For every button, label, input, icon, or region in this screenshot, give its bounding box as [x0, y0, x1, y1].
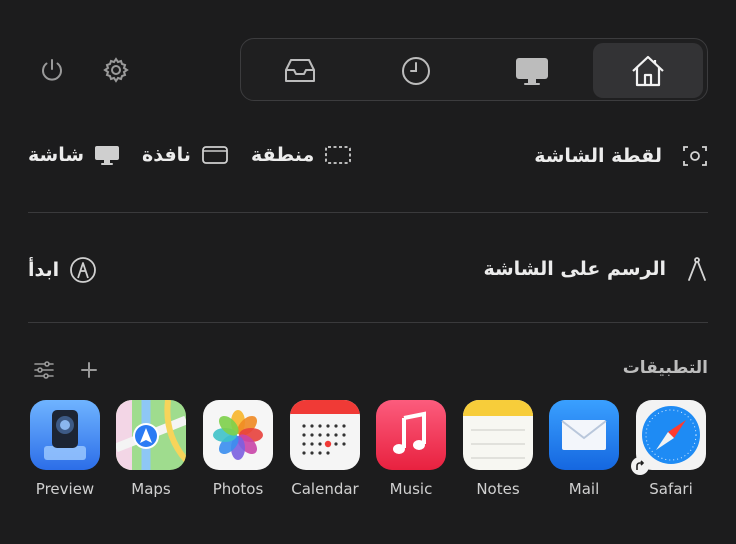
settings-button[interactable]	[101, 55, 131, 85]
app-label: Music	[389, 480, 433, 498]
drawing-compass-icon	[688, 257, 706, 281]
notes-icon	[463, 400, 533, 470]
app-label: Preview	[35, 480, 95, 498]
draw-title: الرسم على الشاشة	[483, 258, 666, 280]
divider	[28, 322, 708, 323]
dashed-selection-icon	[325, 146, 352, 164]
power-icon	[42, 59, 62, 81]
add-app-button[interactable]	[79, 360, 99, 384]
tray-icon	[285, 58, 315, 82]
photos-icon	[203, 400, 273, 470]
adjust-apps-button[interactable]	[33, 359, 55, 385]
camera-screenshot-icon	[683, 146, 707, 166]
app-label: Notes	[476, 480, 520, 498]
screenshot-title-row: لقطة الشاشة	[534, 144, 708, 168]
app-maps[interactable]: Maps	[115, 400, 187, 498]
app-label: Maps	[131, 480, 171, 498]
music-icon	[376, 400, 446, 470]
draw-title-row: الرسم على الشاشة	[483, 256, 708, 282]
screen-option-label: شاشة	[28, 144, 85, 166]
display-icon	[516, 57, 548, 85]
app-label: Mail	[568, 480, 600, 498]
maps-icon	[116, 400, 186, 470]
pen-icon	[70, 257, 97, 283]
clock-icon	[402, 56, 430, 85]
app-label: Safari	[649, 480, 693, 498]
tab-clipboard[interactable]	[245, 43, 355, 98]
sliders-icon	[34, 361, 54, 379]
mode-segmented-control	[240, 38, 708, 101]
plus-icon	[81, 362, 97, 378]
app-mail[interactable]: Mail	[548, 400, 620, 498]
tab-display[interactable]	[477, 43, 587, 98]
app-safari[interactable]: Safari	[631, 400, 707, 498]
screenshot-title: لقطة الشاشة	[534, 145, 662, 167]
shortcut-arrow-icon	[631, 457, 649, 475]
app-label: Photos	[212, 480, 264, 498]
app-label: Calendar	[291, 480, 359, 498]
display-icon	[95, 146, 120, 165]
app-music[interactable]: Music	[375, 400, 447, 498]
calendar-icon	[290, 400, 360, 470]
tab-home[interactable]	[593, 43, 703, 98]
area-option-label: منطقة	[251, 144, 315, 166]
preview-icon	[30, 400, 100, 470]
app-calendar[interactable]: Calendar	[289, 400, 361, 498]
power-button[interactable]	[37, 55, 67, 85]
start-label: ابدأ	[28, 259, 60, 281]
window-icon	[202, 146, 228, 164]
app-preview[interactable]: Preview	[29, 400, 101, 498]
window-option-label: نافذة	[142, 144, 191, 166]
draw-start-button[interactable]: ابدأ	[28, 256, 97, 284]
screenshot-screen-option[interactable]: شاشة	[28, 144, 120, 166]
app-notes[interactable]: Notes	[462, 400, 534, 498]
tab-history[interactable]	[361, 43, 471, 98]
screenshot-window-option[interactable]: نافذة	[142, 144, 229, 166]
app-photos[interactable]: Photos	[202, 400, 274, 498]
apps-section-title: التطبيقات	[622, 358, 708, 378]
home-icon	[632, 55, 664, 86]
gear-icon	[103, 57, 129, 83]
mail-icon	[549, 400, 619, 470]
divider	[28, 212, 708, 213]
screenshot-area-option[interactable]: منطقة	[251, 144, 352, 166]
